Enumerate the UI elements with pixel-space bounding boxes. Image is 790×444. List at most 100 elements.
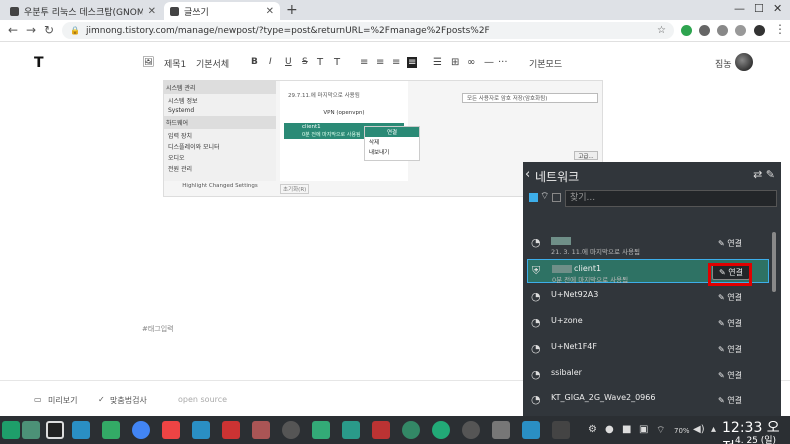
close-tab-icon[interactable]: ✕ [266, 6, 274, 17]
extension-icon[interactable] [681, 25, 692, 36]
tistory-logo[interactable]: T [34, 55, 44, 71]
files-icon[interactable] [72, 421, 90, 439]
preview-button[interactable]: 미리보기 [48, 395, 77, 406]
puzzle-icon[interactable] [735, 25, 746, 36]
app-icon[interactable] [372, 421, 390, 439]
mode-dropdown[interactable]: 기본모드 [529, 57, 562, 70]
app-icon[interactable] [552, 421, 570, 439]
image-icon[interactable]: 🖼 [142, 57, 155, 68]
divider-icon[interactable]: — [484, 57, 494, 68]
network-name [551, 236, 573, 245]
camera-icon[interactable] [717, 25, 728, 36]
search-input[interactable]: 찾기... [565, 190, 777, 207]
desktop-icon[interactable] [22, 421, 40, 439]
app-icon[interactable] [252, 421, 270, 439]
battery-icon[interactable]: 70% [674, 427, 690, 435]
app-icon[interactable] [492, 421, 510, 439]
open-source-link[interactable]: open source [178, 395, 227, 404]
date[interactable]: 4. 25 (일) [735, 433, 776, 444]
network-tray-icon[interactable]: ⌔ [656, 424, 665, 437]
align-left-icon[interactable]: ≡ [360, 57, 368, 68]
connect-button[interactable]: ✎ 연결 [711, 393, 749, 409]
extension-icon[interactable] [699, 25, 710, 36]
connect-button[interactable]: ✎ 연결 [711, 290, 749, 306]
reset-button: 초기화(R) [280, 184, 310, 194]
link-icon[interactable]: ∞ [467, 57, 475, 68]
connect-button[interactable]: ✎ 연결 [711, 316, 749, 332]
maximize-button[interactable]: ☐ [754, 2, 764, 15]
app-icon[interactable] [522, 421, 540, 439]
network-list: ◔ 21. 3. 11.에 마지막으로 사용됨 ✎ 연결 ⛨ client1 0… [523, 232, 781, 416]
menu-icon[interactable]: ⋮ [774, 22, 786, 36]
obs-icon[interactable] [282, 421, 300, 439]
docker-icon[interactable] [192, 421, 210, 439]
strike-button[interactable]: S [302, 57, 308, 67]
app-launcher-icon[interactable] [2, 421, 20, 439]
table-icon[interactable]: ⊞ [451, 57, 459, 68]
tray-icon[interactable]: ● [605, 424, 614, 435]
back-icon[interactable]: ‹ [525, 167, 530, 182]
app-icon[interactable] [432, 421, 450, 439]
minimize-button[interactable]: — [734, 2, 745, 15]
list-item[interactable]: ◔ U+zone ✎ 연결 [527, 312, 769, 336]
profile-avatar[interactable] [754, 25, 765, 36]
list-item[interactable]: ◔ U+Net1F4F ✎ 연결 [527, 338, 769, 362]
tab-write[interactable]: 글쓰기 ✕ [164, 2, 280, 20]
back-icon[interactable]: ← [8, 23, 18, 37]
underline-button[interactable]: U [285, 57, 292, 67]
scrollbar[interactable] [772, 232, 776, 292]
new-tab-button[interactable]: + [286, 2, 298, 18]
text-bg-icon[interactable]: T [334, 57, 340, 68]
tab-ubuntu[interactable]: 우분투 리눅스 데스크탑(GNOM ✕ [4, 2, 162, 20]
app-icon[interactable] [462, 421, 480, 439]
align-right-icon[interactable]: ≡ [392, 57, 400, 68]
tray-icon[interactable]: ▣ [639, 424, 648, 435]
list-item[interactable]: ◔ U+Net92A3 ✎ 연결 [527, 286, 769, 310]
network-name: U+Net1F4F [551, 342, 597, 351]
volume-icon[interactable]: ◀) [693, 424, 705, 435]
text-color-icon[interactable]: T [317, 57, 323, 68]
app-icon[interactable] [222, 421, 240, 439]
list-item[interactable]: ◔ ssibaler ✎ 연결 [527, 364, 769, 388]
heading-dropdown[interactable]: 제목1 [164, 57, 186, 70]
connect-button[interactable]: ✎ 연결 [711, 368, 749, 384]
close-window-button[interactable]: ✕ [773, 2, 782, 15]
airplane-checkbox[interactable] [552, 193, 561, 202]
list-item: Systemd [168, 107, 195, 114]
wifi-lock-icon: ◔ [531, 368, 541, 381]
forward-icon[interactable]: → [26, 23, 36, 37]
connect-button[interactable]: ✎ 연결 [711, 342, 749, 358]
app-icon[interactable] [312, 421, 330, 439]
url-input[interactable]: 🔒 jimnong.tistory.com/manage/newpost/?ty… [62, 22, 674, 39]
advanced-button: 고급... [574, 151, 598, 160]
app-icon[interactable] [102, 421, 120, 439]
connect-button[interactable]: ✎ 연결 [711, 236, 749, 252]
network-sub: 21. 3. 11.에 마지막으로 사용됨 [551, 248, 640, 256]
bold-button[interactable]: B [251, 57, 258, 67]
bookmark-star-icon[interactable]: ☆ [657, 25, 666, 36]
app-icon[interactable] [162, 421, 180, 439]
tray-icon[interactable]: ■ [622, 424, 631, 435]
wifi-toggle-checkbox[interactable] [529, 193, 538, 202]
italic-button[interactable]: I [269, 57, 272, 67]
chevron-up-icon[interactable]: ▴ [711, 424, 716, 435]
align-center-icon[interactable]: ≡ [376, 57, 384, 68]
list-icon[interactable]: ☰ [433, 57, 442, 68]
spellcheck-button[interactable]: 맞춤법검사 [110, 395, 147, 406]
list-item[interactable]: ◔ KT_GIGA_2G_Wave2_0966 ✎ 연결 [527, 389, 769, 413]
avatar[interactable] [735, 53, 753, 71]
app-icon[interactable] [402, 421, 420, 439]
tray-icon[interactable]: ⚙ [588, 424, 597, 435]
align-justify-icon[interactable]: ≡ [407, 57, 418, 68]
more-icon[interactable]: ··· [498, 57, 508, 68]
app-icon[interactable] [342, 421, 360, 439]
settings-pin-icon[interactable]: ⇄ ✎ [753, 168, 775, 181]
close-tab-icon[interactable]: ✕ [148, 6, 156, 17]
window-icon[interactable] [46, 421, 64, 439]
list-item[interactable]: ◔ 21. 3. 11.에 마지막으로 사용됨 ✎ 연결 [527, 232, 769, 256]
chrome-icon[interactable] [132, 421, 150, 439]
network-name: client1 [552, 264, 601, 273]
tag-input[interactable]: #태그입력 [142, 324, 174, 334]
font-dropdown[interactable]: 기본서체 [196, 57, 229, 70]
reload-icon[interactable]: ↻ [44, 23, 54, 37]
